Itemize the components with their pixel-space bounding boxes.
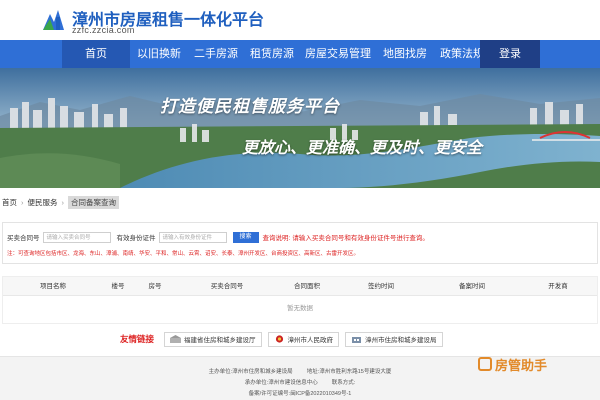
building-icon	[352, 337, 362, 343]
breadcrumb: 首页 › 便民服务 › 合同备案查询	[2, 195, 119, 209]
contract-number-input[interactable]: 请输入买卖合同号	[42, 231, 111, 243]
banner-slogan: 更放心、更准确、更及时、更安全	[242, 140, 483, 157]
column-header: 签约时间	[368, 283, 394, 290]
breadcrumb-home[interactable]: 首页	[2, 197, 17, 208]
footer-host-label: 主办单位:	[208, 369, 233, 375]
site-url: zzfc.zzcia.com	[72, 25, 135, 35]
results-table: 项目名称 楼号 房号 买卖合同号 合同面积 签约时间 备案时间 开发商 暂无数据	[2, 276, 598, 324]
nav-item-home[interactable]: 首页	[62, 40, 130, 68]
column-header: 房号	[148, 283, 162, 290]
search-panel: 买卖合同号 请输入买卖合同号 有效身份证件 请输入有效身份证件 搜索 查询说明:…	[2, 222, 598, 264]
footer-line-undertaker: 承办单位:漳州市建设信息中心 联系方式:	[0, 378, 600, 386]
empty-state: 暂无数据	[287, 305, 313, 312]
footer-icp[interactable]: 闽ICP备2022010349号-1	[290, 391, 351, 397]
main-nav: 首页 以旧换新 二手房源 租赁房源 房屋交易管理 地图找房 政策法规 登录	[0, 40, 600, 68]
login-button[interactable]: 登录	[480, 40, 540, 68]
footer-address: 漳州市胜利东路15号建设大厦	[319, 369, 392, 375]
footer-icp-label: 备案/许可证编号:	[248, 391, 291, 397]
footer-host: 漳州市住房和城乡建设局	[232, 369, 293, 375]
column-header: 楼号	[111, 283, 125, 290]
table-header: 项目名称 楼号 房号 买卖合同号 合同面积 签约时间 备案时间 开发商	[3, 277, 597, 296]
breadcrumb-separator: ›	[21, 197, 24, 207]
id-label: 有效身份证件	[116, 235, 156, 242]
search-row: 买卖合同号 请输入买卖合同号 有效身份证件 请输入有效身份证件 搜索 查询说明:…	[7, 230, 429, 244]
emblem-icon	[275, 335, 283, 343]
column-header: 项目名称	[40, 283, 66, 290]
link-zhangzhou-government[interactable]: 漳州市人民政府	[267, 331, 340, 347]
link-zhangzhou-housing-bureau[interactable]: 漳州市住房和城乡建设局	[345, 331, 443, 347]
link-label: 漳州市住房和城乡建设局	[365, 337, 437, 344]
nav-item-second-hand[interactable]: 二手房源	[188, 40, 244, 68]
column-header: 买卖合同号	[210, 283, 244, 290]
link-label: 福建省住房和城乡建设厅	[184, 337, 256, 344]
column-header: 开发商	[548, 283, 568, 290]
footer-line-icp: 备案/许可证编号:闽ICP备2022010349号-1	[0, 389, 600, 397]
hero-banner: 打造便民租售服务平台 更放心、更准确、更及时、更安全	[0, 68, 600, 188]
footer-address-label: 地址:	[306, 369, 320, 375]
building-icon	[170, 335, 182, 343]
coverage-note: 注：可查询地区包括市区、龙海、东山、漳浦、南靖、华安、平和、常山、云霄、诏安、长…	[7, 251, 360, 257]
friend-links: 友情链接 福建省住房和城乡建设厅 漳州市人民政府 漳州市住房和城乡建设局	[120, 331, 449, 347]
column-header: 备案时间	[459, 283, 485, 290]
nav-item-rental[interactable]: 租赁房源	[244, 40, 300, 68]
city-skyline-image	[0, 68, 600, 188]
nav-item-map-search[interactable]: 地图找房	[376, 40, 434, 68]
logo-icon[interactable]	[40, 6, 66, 32]
id-number-input[interactable]: 请输入有效身份证件	[158, 231, 227, 243]
breadcrumb-service[interactable]: 便民服务	[28, 197, 58, 208]
contract-label: 买卖合同号	[7, 235, 40, 242]
column-header: 合同面积	[294, 283, 320, 290]
site-header: 漳州市房屋租售一体化平台 zzfc.zzcia.com	[0, 0, 600, 40]
breadcrumb-separator: ›	[61, 197, 65, 207]
search-button[interactable]: 搜索	[232, 231, 259, 243]
footer-undertaker: 漳州市建设信息中心	[268, 380, 318, 386]
banner-headline: 打造便民租售服务平台	[160, 97, 340, 116]
friend-links-title: 友情链接	[120, 334, 155, 344]
query-tip-text: 请输入买卖合同号和有效身份证件号进行查询。	[292, 235, 429, 242]
breadcrumb-current: 合同备案查询	[68, 195, 119, 209]
link-fujian-housing-dept[interactable]: 福建省住房和城乡建设厅	[164, 331, 262, 347]
watermark: 房管助手	[478, 354, 547, 374]
link-label: 漳州市人民政府	[287, 337, 334, 344]
footer-undertaker-label: 承办单位:	[244, 380, 269, 386]
watermark-icon	[478, 357, 492, 371]
watermark-text: 房管助手	[495, 357, 548, 373]
nav-item-transaction-mgmt[interactable]: 房屋交易管理	[300, 40, 376, 68]
footer-phone-label: 联系方式:	[331, 380, 356, 386]
nav-item-trade-in[interactable]: 以旧换新	[130, 40, 188, 68]
query-tip-label: 查询说明:	[262, 235, 291, 242]
